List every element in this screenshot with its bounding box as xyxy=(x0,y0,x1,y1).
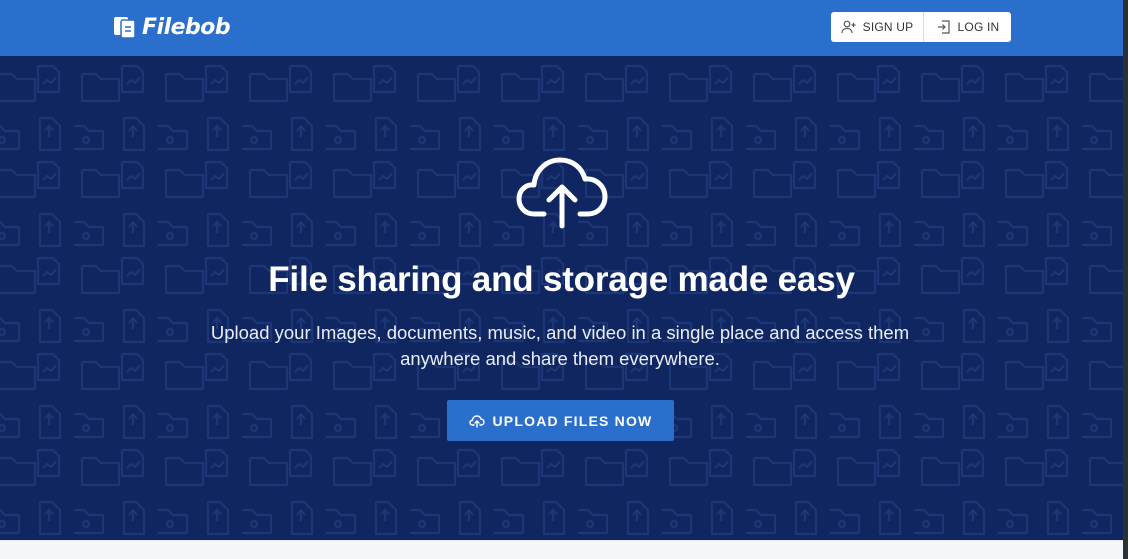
cloud-upload-icon xyxy=(468,414,485,428)
upload-files-label: UPLOAD FILES NOW xyxy=(492,412,653,429)
hero-subtitle: Upload your Images, documents, music, an… xyxy=(190,320,930,372)
cloud-upload-icon xyxy=(516,157,608,229)
brand-name: Filebob xyxy=(142,14,231,40)
hero-title: File sharing and storage made easy xyxy=(268,260,855,299)
top-navbar: Filebob SIGN UP LOG IN xyxy=(0,0,1123,56)
page: Filebob SIGN UP LOG IN File sharing and … xyxy=(0,0,1123,559)
sign-up-label: SIGN UP xyxy=(862,20,914,34)
hero-subtitle-line-1: Upload your Images, documents, music, an… xyxy=(210,322,910,343)
brand-logo[interactable]: Filebob xyxy=(112,12,231,42)
user-plus-icon xyxy=(841,20,856,34)
sign-up-button[interactable]: SIGN UP xyxy=(831,12,924,42)
login-icon xyxy=(937,20,950,34)
hero-subtitle-line-2: anywhere and share them everywhere. xyxy=(400,348,720,369)
auth-button-group: SIGN UP LOG IN xyxy=(831,12,1011,42)
upload-files-button[interactable]: UPLOAD FILES NOW xyxy=(447,400,674,441)
window-edge xyxy=(1123,0,1128,559)
filebob-logo-icon xyxy=(114,17,136,39)
log-in-label: LOG IN xyxy=(957,20,1000,34)
log-in-button[interactable]: LOG IN xyxy=(924,12,1011,42)
next-section-edge xyxy=(0,540,1123,559)
hero-section: File sharing and storage made easy Uploa… xyxy=(0,56,1123,540)
